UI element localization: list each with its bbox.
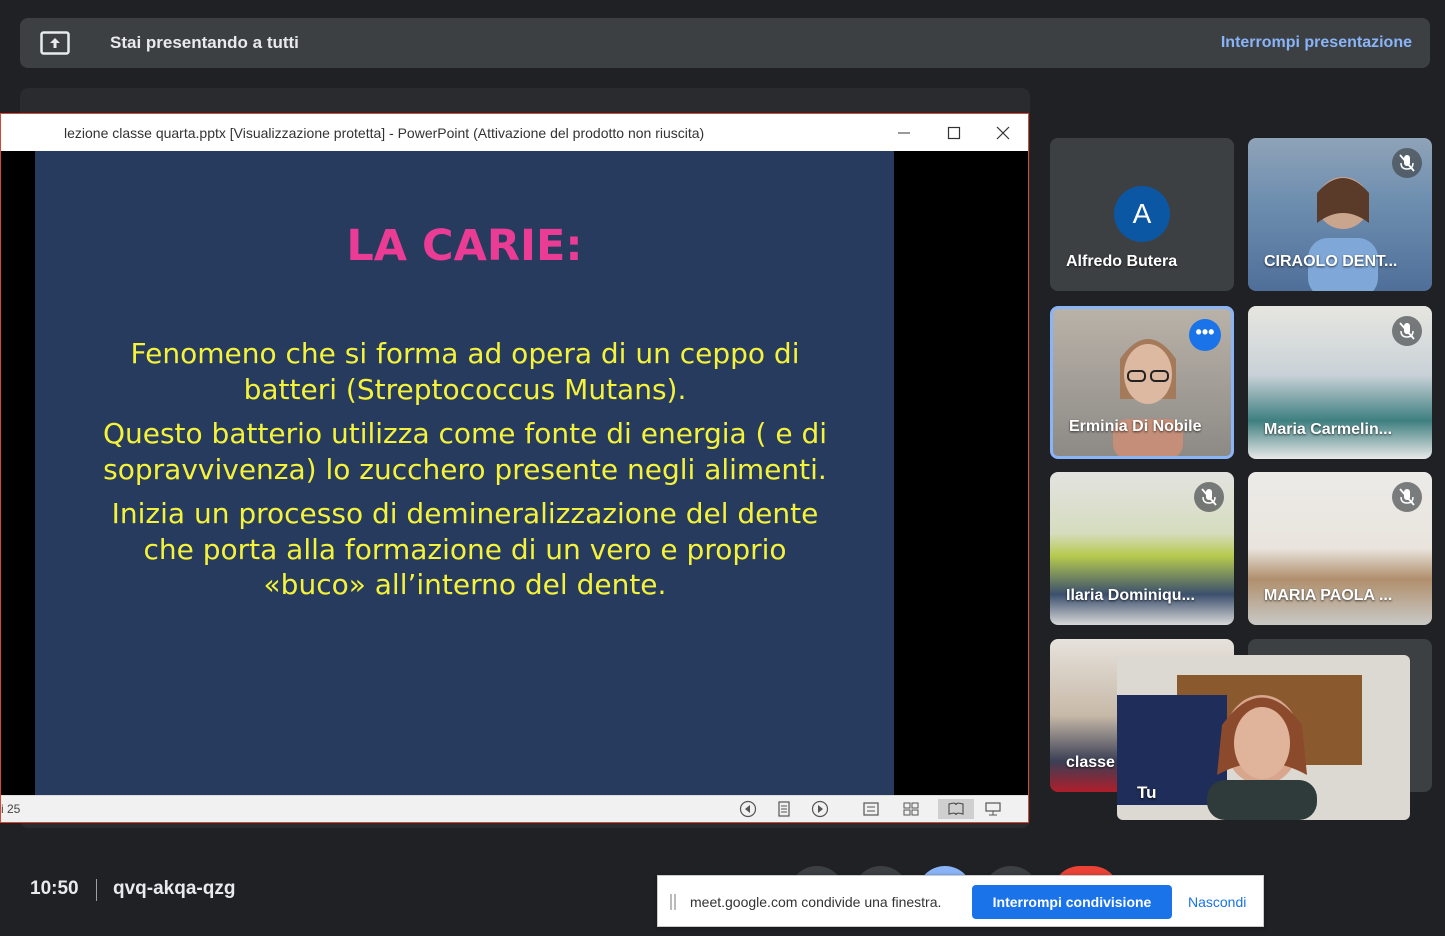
mic-off-icon: [1194, 482, 1224, 512]
presenting-banner: Stai presentando a tutti Interrompi pres…: [20, 18, 1430, 68]
mic-off-icon: [1392, 148, 1422, 178]
participant-video: [1308, 177, 1378, 291]
participant-video: [1113, 339, 1183, 456]
slide-sorter-icon[interactable]: [900, 799, 922, 819]
stop-presenting-button[interactable]: Interrompi presentazione: [1221, 34, 1412, 52]
slide-paragraph: Questo batterio utilizza come fonte di e…: [102, 417, 828, 486]
participant-name: classe: [1066, 754, 1115, 771]
participant-name: Erminia Di Nobile: [1069, 418, 1202, 435]
slide-counter: i 25: [1, 802, 21, 816]
close-icon[interactable]: [986, 120, 1020, 146]
presenting-status-text: Stai presentando a tutti: [110, 33, 299, 52]
normal-view-icon[interactable]: [860, 799, 882, 819]
stop-sharing-button[interactable]: Interrompi condivisione: [972, 885, 1172, 919]
present-to-all-icon: [40, 31, 70, 55]
avatar: A: [1114, 186, 1170, 242]
participant-tile[interactable]: A Alfredo Butera: [1050, 138, 1234, 291]
minimize-icon[interactable]: [887, 120, 921, 146]
previous-slide-icon[interactable]: [737, 799, 759, 819]
slideshow-icon[interactable]: [982, 799, 1004, 819]
slide-paragraph: Fenomeno che si forma ad opera di un cep…: [130, 337, 800, 406]
participant-name: Maria Carmelin...: [1264, 421, 1393, 438]
meeting-code: qvq-akqa-qzg: [113, 878, 236, 899]
drag-handle-icon[interactable]: [670, 894, 676, 910]
share-status-text: meet.google.com condivide una finestra.: [690, 894, 942, 910]
participant-name: Alfredo Butera: [1066, 253, 1178, 270]
powerpoint-titlebar: lezione classe quarta.pptx [Visualizzazi…: [1, 114, 1028, 151]
screen-share-bar: meet.google.com condivide una finestra. …: [657, 875, 1264, 927]
participant-tile[interactable]: ••• Erminia Di Nobile: [1050, 306, 1234, 459]
more-options-icon[interactable]: •••: [1189, 319, 1221, 351]
reading-view-icon[interactable]: [938, 799, 974, 819]
self-view[interactable]: Tu: [1117, 655, 1410, 820]
participant-tile[interactable]: MARIA PAOLA ...: [1248, 472, 1432, 625]
slide-menu-icon[interactable]: [773, 799, 795, 819]
powerpoint-window: lezione classe quarta.pptx [Visualizzazi…: [0, 113, 1029, 823]
mic-off-icon: [1392, 316, 1422, 346]
next-slide-icon[interactable]: [809, 799, 831, 819]
slide: LA CARIE: Fenomeno che si forma ad opera…: [35, 151, 894, 795]
self-video: [1117, 675, 1362, 820]
slide-title: LA CARIE:: [346, 221, 583, 271]
participant-tile[interactable]: Maria Carmelin...: [1248, 306, 1432, 459]
mic-off-icon: [1392, 482, 1422, 512]
meeting-time: 10:50: [30, 878, 79, 899]
slide-body: Fenomeno che si forma ad opera di un cep…: [95, 336, 835, 612]
divider: [96, 879, 97, 901]
self-view-label: Tu: [1137, 783, 1157, 802]
participant-tile[interactable]: Ilaria Dominiqu...: [1050, 472, 1234, 625]
participant-name: CIRAOLO DENT...: [1264, 253, 1398, 270]
participant-name: Ilaria Dominiqu...: [1066, 587, 1195, 604]
hide-button[interactable]: Nascondi: [1188, 894, 1246, 910]
window-title: lezione classe quarta.pptx [Visualizzazi…: [64, 125, 705, 141]
slide-paragraph: Inizia un processo di demineralizzazione…: [111, 497, 819, 601]
participant-tile[interactable]: CIRAOLO DENT...: [1248, 138, 1432, 291]
participant-name: MARIA PAOLA ...: [1264, 587, 1393, 604]
maximize-icon[interactable]: [937, 120, 971, 146]
powerpoint-statusbar: i 25: [1, 795, 1028, 822]
